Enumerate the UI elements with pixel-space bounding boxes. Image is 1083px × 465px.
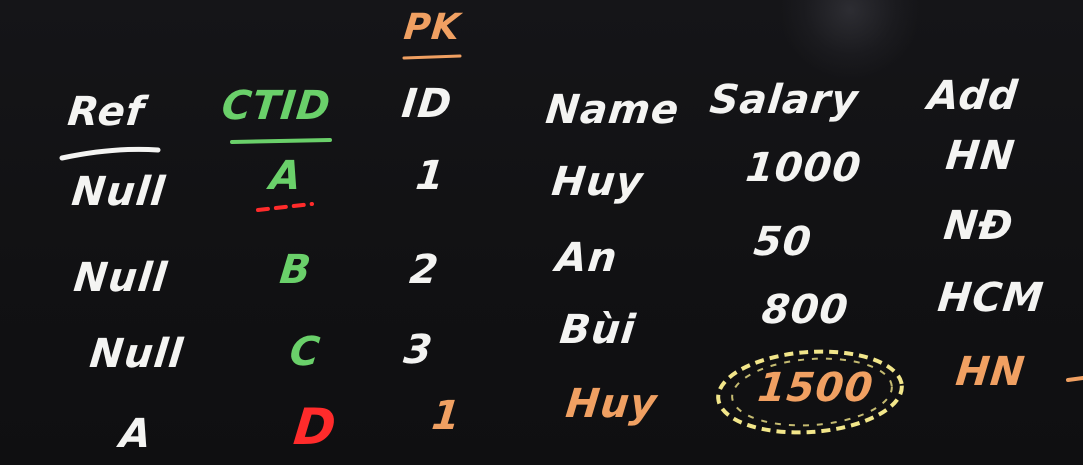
- row-2-id: 2: [407, 247, 442, 293]
- row-4-name: Huy: [563, 381, 660, 427]
- row-3-salary: 800: [759, 287, 851, 333]
- header-ctid: CTID: [219, 83, 334, 129]
- row-4-id: 1: [429, 393, 464, 439]
- row-3-id: 3: [401, 327, 436, 373]
- row-3-ctid: C: [287, 329, 323, 375]
- row-2-salary: 50: [751, 219, 815, 265]
- row-3-add: HCM: [935, 275, 1047, 321]
- row-1-ctid: A: [267, 153, 305, 199]
- row-2-add: NĐ: [941, 203, 1016, 249]
- row-4-ref: A: [117, 411, 155, 457]
- pk-label: PK: [401, 7, 463, 48]
- row-1-salary: 1000: [743, 145, 864, 191]
- row-3-name: Bùi: [557, 307, 639, 353]
- row-2-ref: Null: [71, 255, 170, 301]
- row-4-ctid: D: [290, 398, 340, 456]
- header-id: ID: [399, 81, 455, 127]
- row-1-add: HN: [943, 133, 1018, 179]
- row-3-ref: Null: [87, 331, 186, 377]
- row-4-add: HN: [953, 349, 1028, 395]
- row-2-name: An: [553, 235, 620, 281]
- row-1-name: Huy: [549, 159, 646, 205]
- row-1-id: 1: [413, 153, 448, 199]
- header-ref: Ref: [65, 89, 147, 135]
- header-add: Add: [925, 73, 1021, 119]
- header-name: Name: [543, 87, 682, 133]
- row-1-ref: Null: [69, 169, 168, 215]
- row-4-salary: 1500: [755, 365, 876, 411]
- row-2-ctid: B: [277, 247, 314, 293]
- header-salary: Salary: [707, 77, 861, 123]
- blackboard: [0, 0, 1083, 465]
